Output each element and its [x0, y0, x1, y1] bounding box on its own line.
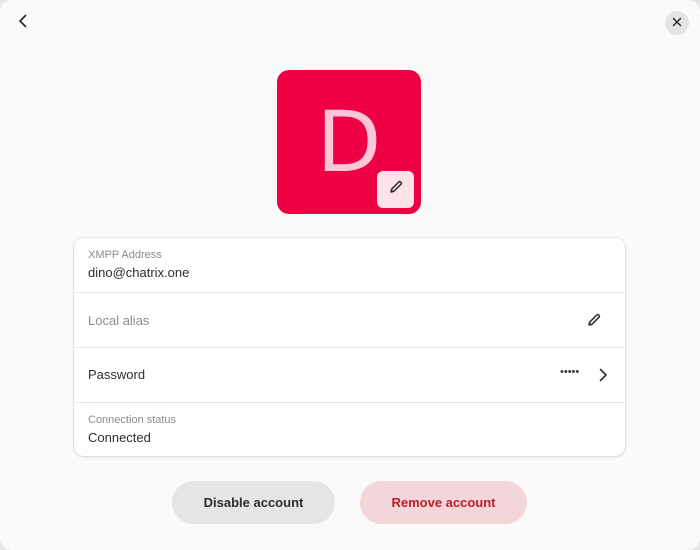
xmpp-address-value: dino@chatrix.one [88, 265, 190, 280]
xmpp-address-row: XMPP Address dino@chatrix.one [74, 238, 625, 292]
account-details-list: XMPP Address dino@chatrix.one Local alia… [74, 238, 625, 456]
close-icon [672, 14, 682, 32]
edit-avatar-button[interactable] [377, 171, 414, 208]
close-button[interactable] [665, 11, 689, 35]
password-label: Password [88, 367, 146, 382]
connection-status-row: Connection status Connected [74, 403, 625, 456]
connection-status-value: Connected [88, 430, 151, 445]
local-alias-label: Local alias [88, 313, 150, 328]
disable-account-button[interactable]: Disable account [172, 481, 335, 524]
account-avatar: D [277, 70, 421, 214]
password-mask: ••••• [560, 366, 580, 378]
xmpp-address-label: XMPP Address [88, 249, 162, 261]
edit-alias-button[interactable] [582, 310, 606, 334]
password-row[interactable]: Password ••••• [74, 348, 625, 402]
local-alias-row[interactable]: Local alias [74, 293, 625, 347]
remove-account-button[interactable]: Remove account [360, 481, 527, 524]
account-preferences-dialog: D XMPP Address dino@chatrix.one Local al… [0, 0, 700, 550]
chevron-left-icon [15, 13, 31, 34]
chevron-right-icon [594, 365, 612, 385]
pencil-icon [586, 312, 602, 333]
back-button[interactable] [8, 8, 38, 38]
pencil-icon [388, 179, 404, 200]
connection-status-label: Connection status [88, 414, 177, 426]
